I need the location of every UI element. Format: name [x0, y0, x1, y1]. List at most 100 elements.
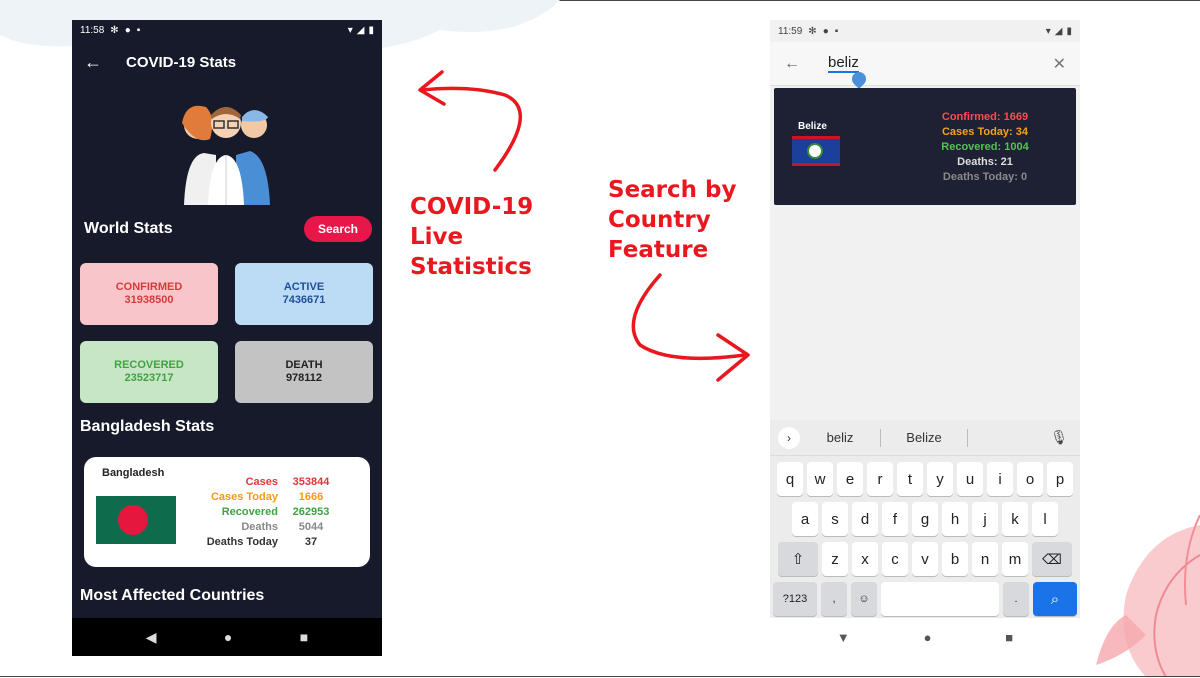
key[interactable]: l	[1032, 502, 1058, 536]
emoji-icon[interactable]: ☺	[851, 582, 877, 616]
status-bar: 11:58 ✻ ● ▪ ▾ ◢ ▮	[72, 20, 382, 40]
curved-arrow-right-icon	[631, 273, 750, 382]
key[interactable]: z	[822, 542, 848, 576]
nav-recents-icon[interactable]: ■	[300, 629, 308, 645]
sd-card-icon: ▪	[136, 24, 141, 36]
microphone-icon[interactable]: 🎙	[1050, 429, 1068, 446]
covid-stats-phone: 11:58 ✻ ● ▪ ▾ ◢ ▮ ← COVID-19 Stats World…	[72, 20, 382, 656]
key[interactable]: k	[1002, 502, 1028, 536]
search-input[interactable]: beliz	[828, 54, 859, 73]
key[interactable]: o	[1017, 462, 1043, 496]
key[interactable]: w	[807, 462, 833, 496]
result-confirmed: Confirmed: 1669	[941, 111, 1029, 123]
key[interactable]: i	[987, 462, 1013, 496]
key[interactable]: g	[912, 502, 938, 536]
key[interactable]: b	[942, 542, 968, 576]
back-arrow-icon[interactable]: ←	[84, 52, 114, 73]
death-value: 978112	[285, 372, 323, 384]
wifi-icon: ▾	[347, 24, 353, 36]
wifi-icon: ▾	[1045, 25, 1051, 37]
shield-icon: ●	[822, 25, 829, 37]
key[interactable]: s	[822, 502, 848, 536]
bangladesh-flag-icon	[96, 496, 176, 544]
android-nav-bar: ▼ ● ■	[770, 618, 1080, 656]
soft-keyboard: › beliz Belize 🎙 q w e r t y u i o p a s…	[770, 420, 1080, 620]
key[interactable]: x	[852, 542, 878, 576]
most-affected-title: Most Affected Countries	[80, 587, 265, 604]
key[interactable]: n	[972, 542, 998, 576]
stat-value: 353844	[292, 476, 330, 488]
keyboard-row-1: q w e r t y u i o p	[770, 462, 1080, 496]
keyboard-row-2: a s d f g h j k l	[770, 502, 1080, 536]
search-button[interactable]: Search	[303, 216, 372, 242]
stat-value: 1666	[298, 491, 324, 503]
app-bar: ← COVID-19 Stats	[72, 40, 382, 84]
clear-search-icon[interactable]: ✕	[1053, 54, 1066, 74]
search-phone: 11:59 ✻ ● ▪ ▾ ◢ ▮ ← beliz ✕ Belize Confi…	[770, 20, 1080, 656]
period-key[interactable]: .	[1003, 582, 1029, 616]
nav-home-icon[interactable]: ●	[224, 629, 232, 645]
status-bar: 11:59 ✻ ● ▪ ▾ ◢ ▮	[770, 20, 1080, 42]
app-title: COVID-19 Stats	[126, 53, 237, 71]
settings-icon: ✻	[808, 25, 817, 37]
key[interactable]: q	[777, 462, 803, 496]
key[interactable]: e	[837, 462, 863, 496]
nav-back-icon[interactable]: ▼	[837, 630, 850, 645]
key[interactable]: r	[867, 462, 893, 496]
status-time: 11:59	[778, 25, 803, 37]
doctors-illustration	[182, 105, 270, 205]
key[interactable]: f	[882, 502, 908, 536]
key[interactable]: v	[912, 542, 938, 576]
recovered-card: RECOVERED 23523717	[80, 341, 218, 403]
key[interactable]: m	[1002, 542, 1028, 576]
key[interactable]: d	[852, 502, 878, 536]
stat-label: Cases Today	[210, 491, 278, 503]
nav-home-icon[interactable]: ●	[924, 630, 932, 645]
annotation-line: Search by	[608, 177, 737, 203]
battery-icon: ▮	[1066, 25, 1072, 37]
slide-bottom-border	[0, 676, 1200, 677]
bangladesh-card[interactable]: Bangladesh Cases 353844 Cases Today 1666…	[84, 457, 370, 567]
key[interactable]: a	[792, 502, 818, 536]
key[interactable]: c	[882, 542, 908, 576]
suggestion-item[interactable]: beliz	[800, 430, 880, 445]
key[interactable]: j	[972, 502, 998, 536]
shift-icon[interactable]: ⇧	[778, 542, 818, 576]
battery-icon: ▮	[368, 24, 374, 36]
death-label: DEATH	[285, 359, 323, 371]
nav-recents-icon[interactable]: ■	[1005, 630, 1013, 645]
result-country-name: Belize	[798, 121, 827, 132]
key[interactable]: u	[957, 462, 983, 496]
search-submit-icon[interactable]: ⌕	[1033, 582, 1077, 616]
recovered-value: 23523717	[124, 372, 174, 384]
stat-row: Deaths Today 37	[190, 535, 344, 550]
decorative-leaf	[1096, 515, 1200, 677]
backspace-icon[interactable]: ⌫	[1032, 542, 1072, 576]
back-arrow-icon[interactable]: ←	[784, 55, 828, 73]
stat-value: 5044	[298, 521, 324, 533]
stat-row: Cases 353844	[190, 475, 344, 490]
comma-key[interactable]: ,	[821, 582, 847, 616]
space-bar[interactable]	[881, 582, 999, 616]
key[interactable]: t	[897, 462, 923, 496]
belize-flag-icon	[792, 136, 840, 166]
signal-icon: ◢	[1054, 25, 1063, 37]
search-result-card[interactable]: Belize Confirmed: 1669 Cases Today: 34 R…	[774, 88, 1076, 205]
key[interactable]: h	[942, 502, 968, 536]
annotation-live-stats: COVID-19 Live Statistics	[410, 192, 550, 282]
stat-value: 262953	[292, 506, 330, 518]
annotation-line: Feature	[608, 237, 709, 263]
recovered-label: RECOVERED	[114, 359, 184, 371]
chevron-right-icon[interactable]: ›	[778, 426, 800, 449]
stat-row: Cases Today 1666	[190, 490, 344, 505]
confirmed-value: 31938500	[124, 294, 174, 306]
annotation-search-feature: Search by Country Feature	[608, 175, 768, 265]
key[interactable]: p	[1047, 462, 1073, 496]
shield-icon: ●	[124, 24, 131, 36]
key[interactable]: y	[927, 462, 953, 496]
status-time: 11:58	[80, 24, 105, 36]
signal-icon: ◢	[356, 24, 365, 36]
symbols-key[interactable]: ?123	[773, 582, 817, 616]
suggestion-item[interactable]: Belize	[881, 430, 967, 445]
nav-back-icon[interactable]: ◀	[146, 629, 157, 646]
